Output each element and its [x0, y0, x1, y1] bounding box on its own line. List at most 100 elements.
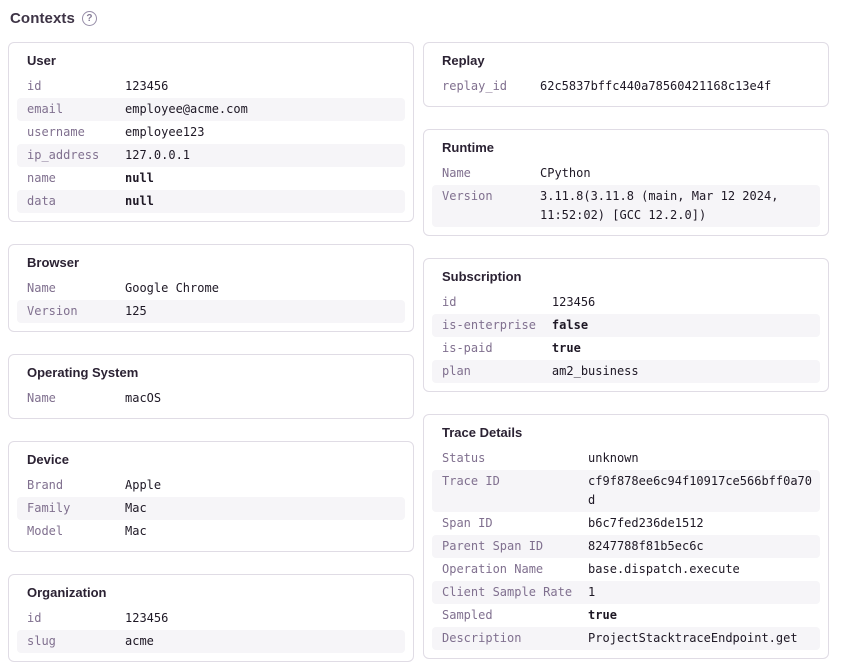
row-value: ProjectStacktraceEndpoint.get	[578, 627, 820, 650]
row-key: Name	[17, 387, 115, 410]
row-value: 62c5837bffc440a78560421168c13e4f	[530, 75, 820, 98]
row-value: 8247788f81b5ec6c	[578, 535, 820, 558]
row-value: 127.0.0.1	[115, 144, 405, 167]
context-row-client-sample-rate: Client Sample Rate1	[432, 581, 820, 604]
contexts-grid: User id123456emailemployee@acme.comusern…	[8, 42, 829, 662]
row-value: 1	[578, 581, 820, 604]
row-value: employee@acme.com	[115, 98, 405, 121]
context-row-model: ModelMac	[17, 520, 405, 543]
row-value: 123456	[542, 291, 820, 314]
row-value: acme	[115, 630, 405, 653]
context-row-replay-id: replay_id62c5837bffc440a78560421168c13e4…	[432, 75, 820, 98]
card-title: Replay	[442, 53, 820, 68]
context-row-id: id123456	[17, 75, 405, 98]
row-value: 3.11.8(3.11.8 (main, Mar 12 2024, 11:52:…	[530, 185, 820, 227]
context-card-operating-system: Operating System NamemacOS	[8, 354, 414, 419]
column-right: Replay replay_id62c5837bffc440a785604211…	[423, 42, 829, 659]
row-value: macOS	[115, 387, 405, 410]
row-key: Version	[432, 185, 530, 227]
card-title: Organization	[27, 585, 405, 600]
row-value: null	[115, 190, 405, 213]
context-row-operation-name: Operation Namebase.dispatch.execute	[432, 558, 820, 581]
key-value-table: replay_id62c5837bffc440a78560421168c13e4…	[432, 75, 820, 98]
row-key: Name	[432, 162, 530, 185]
context-row-brand: BrandApple	[17, 474, 405, 497]
row-value: false	[542, 314, 820, 337]
card-title: Browser	[27, 255, 405, 270]
row-value: b6c7fed236de1512	[578, 512, 820, 535]
trace-id-link[interactable]: cf9f878ee6c94f10917ce566bff0a70d	[578, 470, 820, 512]
context-card-replay: Replay replay_id62c5837bffc440a785604211…	[423, 42, 829, 107]
context-card-user: User id123456emailemployee@acme.comusern…	[8, 42, 414, 222]
context-card-browser: Browser NameGoogle ChromeVersion125	[8, 244, 414, 332]
context-row-is-enterprise: is-enterprisefalse	[432, 314, 820, 337]
context-row-sampled: Sampledtrue	[432, 604, 820, 627]
card-title: Device	[27, 452, 405, 467]
context-row-name: NamemacOS	[17, 387, 405, 410]
row-key: id	[17, 75, 115, 98]
row-value: 125	[115, 300, 405, 323]
row-key: replay_id	[432, 75, 530, 98]
context-card-organization: Organization id123456slugacme	[8, 574, 414, 662]
row-value: null	[115, 167, 405, 190]
row-value: Mac	[115, 497, 405, 520]
row-value: Google Chrome	[115, 277, 405, 300]
context-row-is-paid: is-paidtrue	[432, 337, 820, 360]
context-row-data: datanull	[17, 190, 405, 213]
context-row-trace-id: Trace IDcf9f878ee6c94f10917ce566bff0a70d	[432, 470, 820, 512]
row-value: employee123	[115, 121, 405, 144]
context-row-status: Statusunknown	[432, 447, 820, 470]
row-key: data	[17, 190, 115, 213]
row-value: CPython	[530, 162, 820, 185]
row-key: Span ID	[432, 512, 578, 535]
context-row-slug: slugacme	[17, 630, 405, 653]
row-key: Status	[432, 447, 578, 470]
row-key: Name	[17, 277, 115, 300]
context-card-runtime: Runtime NameCPythonVersion3.11.8(3.11.8 …	[423, 129, 829, 236]
context-row-name: NameGoogle Chrome	[17, 277, 405, 300]
row-key: Brand	[17, 474, 115, 497]
context-card-subscription: Subscription id123456is-enterprisefalsei…	[423, 258, 829, 392]
row-key: Sampled	[432, 604, 578, 627]
context-row-id: id123456	[17, 607, 405, 630]
row-key: Family	[17, 497, 115, 520]
context-row-version: Version3.11.8(3.11.8 (main, Mar 12 2024,…	[432, 185, 820, 227]
contexts-section: Contexts ? User id123456emailemployee@ac…	[0, 0, 844, 662]
row-key: ip_address	[17, 144, 115, 167]
context-row-description: DescriptionProjectStacktraceEndpoint.get	[432, 627, 820, 650]
row-key: Version	[17, 300, 115, 323]
context-card-device: Device BrandAppleFamilyMacModelMac	[8, 441, 414, 552]
row-value: 123456	[115, 607, 405, 630]
row-value: Mac	[115, 520, 405, 543]
row-value: am2_business	[542, 360, 820, 383]
row-value: base.dispatch.execute	[578, 558, 820, 581]
row-value: 123456	[115, 75, 405, 98]
page-title: Contexts	[10, 10, 75, 27]
row-key: is-paid	[432, 337, 542, 360]
context-row-username: usernameemployee123	[17, 121, 405, 144]
row-value: true	[578, 604, 820, 627]
row-key: name	[17, 167, 115, 190]
row-key: plan	[432, 360, 542, 383]
context-row-family: FamilyMac	[17, 497, 405, 520]
key-value-table: BrandAppleFamilyMacModelMac	[17, 474, 405, 543]
context-row-email: emailemployee@acme.com	[17, 98, 405, 121]
key-value-table: id123456slugacme	[17, 607, 405, 653]
row-value: true	[542, 337, 820, 360]
context-row-plan: planam2_business	[432, 360, 820, 383]
row-key: id	[17, 607, 115, 630]
context-row-ip-address: ip_address127.0.0.1	[17, 144, 405, 167]
row-key: is-enterprise	[432, 314, 542, 337]
row-value: unknown	[578, 447, 820, 470]
context-row-parent-span-id: Parent Span ID8247788f81b5ec6c	[432, 535, 820, 558]
row-key: username	[17, 121, 115, 144]
card-title: Runtime	[442, 140, 820, 155]
column-left: User id123456emailemployee@acme.comusern…	[8, 42, 414, 662]
key-value-table: NameCPythonVersion3.11.8(3.11.8 (main, M…	[432, 162, 820, 227]
row-key: id	[432, 291, 542, 314]
key-value-table: NameGoogle ChromeVersion125	[17, 277, 405, 323]
key-value-table: id123456emailemployee@acme.comusernameem…	[17, 75, 405, 213]
help-icon[interactable]: ?	[82, 11, 97, 26]
context-row-name: NameCPython	[432, 162, 820, 185]
row-key: email	[17, 98, 115, 121]
